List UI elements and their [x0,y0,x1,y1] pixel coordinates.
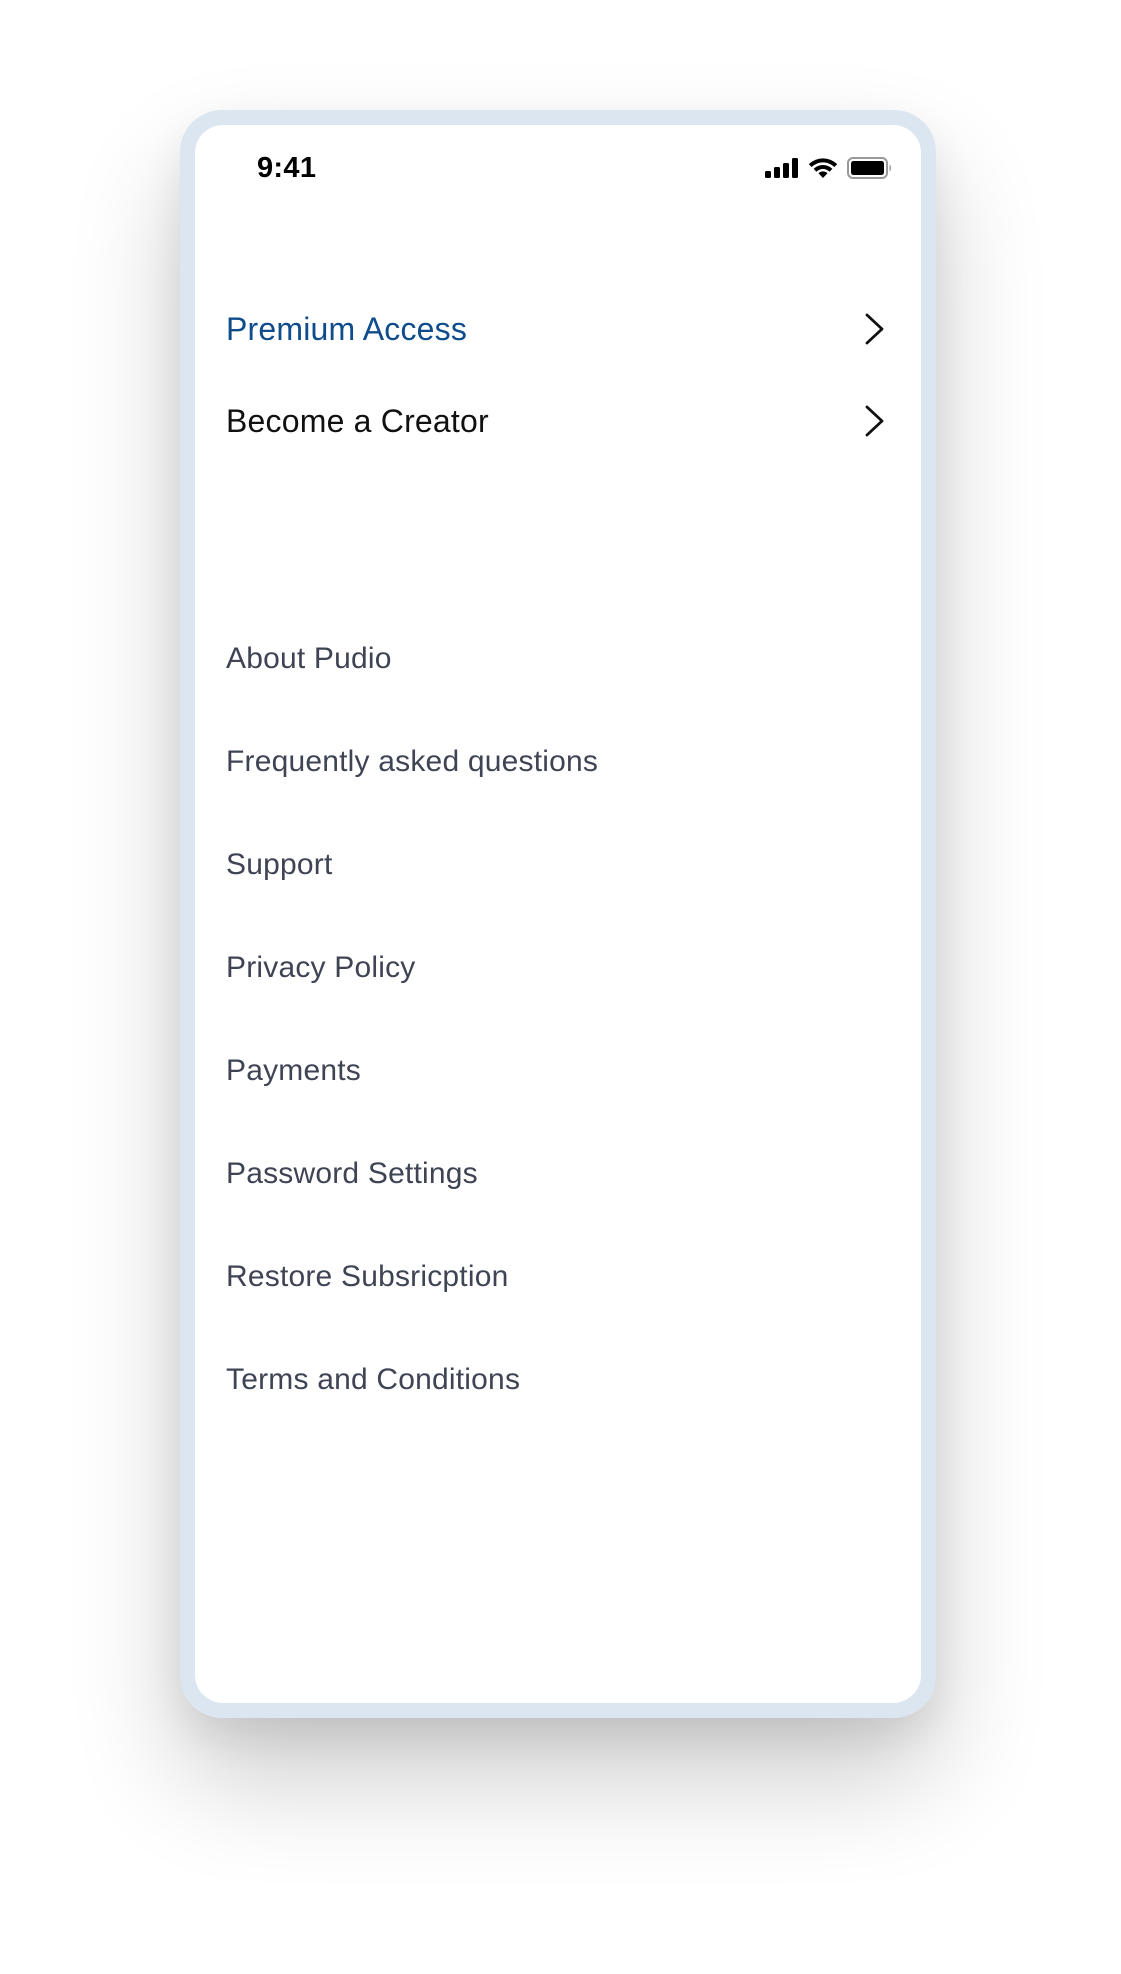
menu-item-privacy-policy[interactable]: Privacy Policy [226,916,890,1019]
menu-item-password-settings[interactable]: Password Settings [226,1122,890,1225]
wifi-icon [808,157,838,179]
menu-item-payments[interactable]: Payments [226,1019,890,1122]
chevron-right-icon [864,404,886,438]
become-a-creator-item[interactable]: Become a Creator [226,375,890,467]
phone-frame: 9:41 Premium Access Become a Creator Abo… [180,110,936,1718]
chevron-right-icon [864,312,886,346]
menu-item-about[interactable]: About Pudio [226,607,890,710]
primary-menu: Premium Access Become a Creator [226,283,890,467]
premium-access-item[interactable]: Premium Access [226,283,890,375]
menu-item-restore-subscription[interactable]: Restore Subsricption [226,1225,890,1328]
cellular-signal-icon [765,158,799,178]
menu-item-support[interactable]: Support [226,813,890,916]
status-time: 9:41 [257,152,317,184]
menu-item-terms[interactable]: Terms and Conditions [226,1328,890,1431]
status-bar: 9:41 [195,125,921,215]
status-icons [765,157,893,179]
phone-screen: 9:41 Premium Access Become a Creator Abo… [195,125,921,1703]
battery-icon [847,157,893,179]
premium-access-label: Premium Access [226,310,468,347]
become-a-creator-label: Become a Creator [226,402,489,439]
secondary-menu: About Pudio Frequently asked questions S… [226,607,890,1431]
menu-item-faq[interactable]: Frequently asked questions [226,710,890,813]
